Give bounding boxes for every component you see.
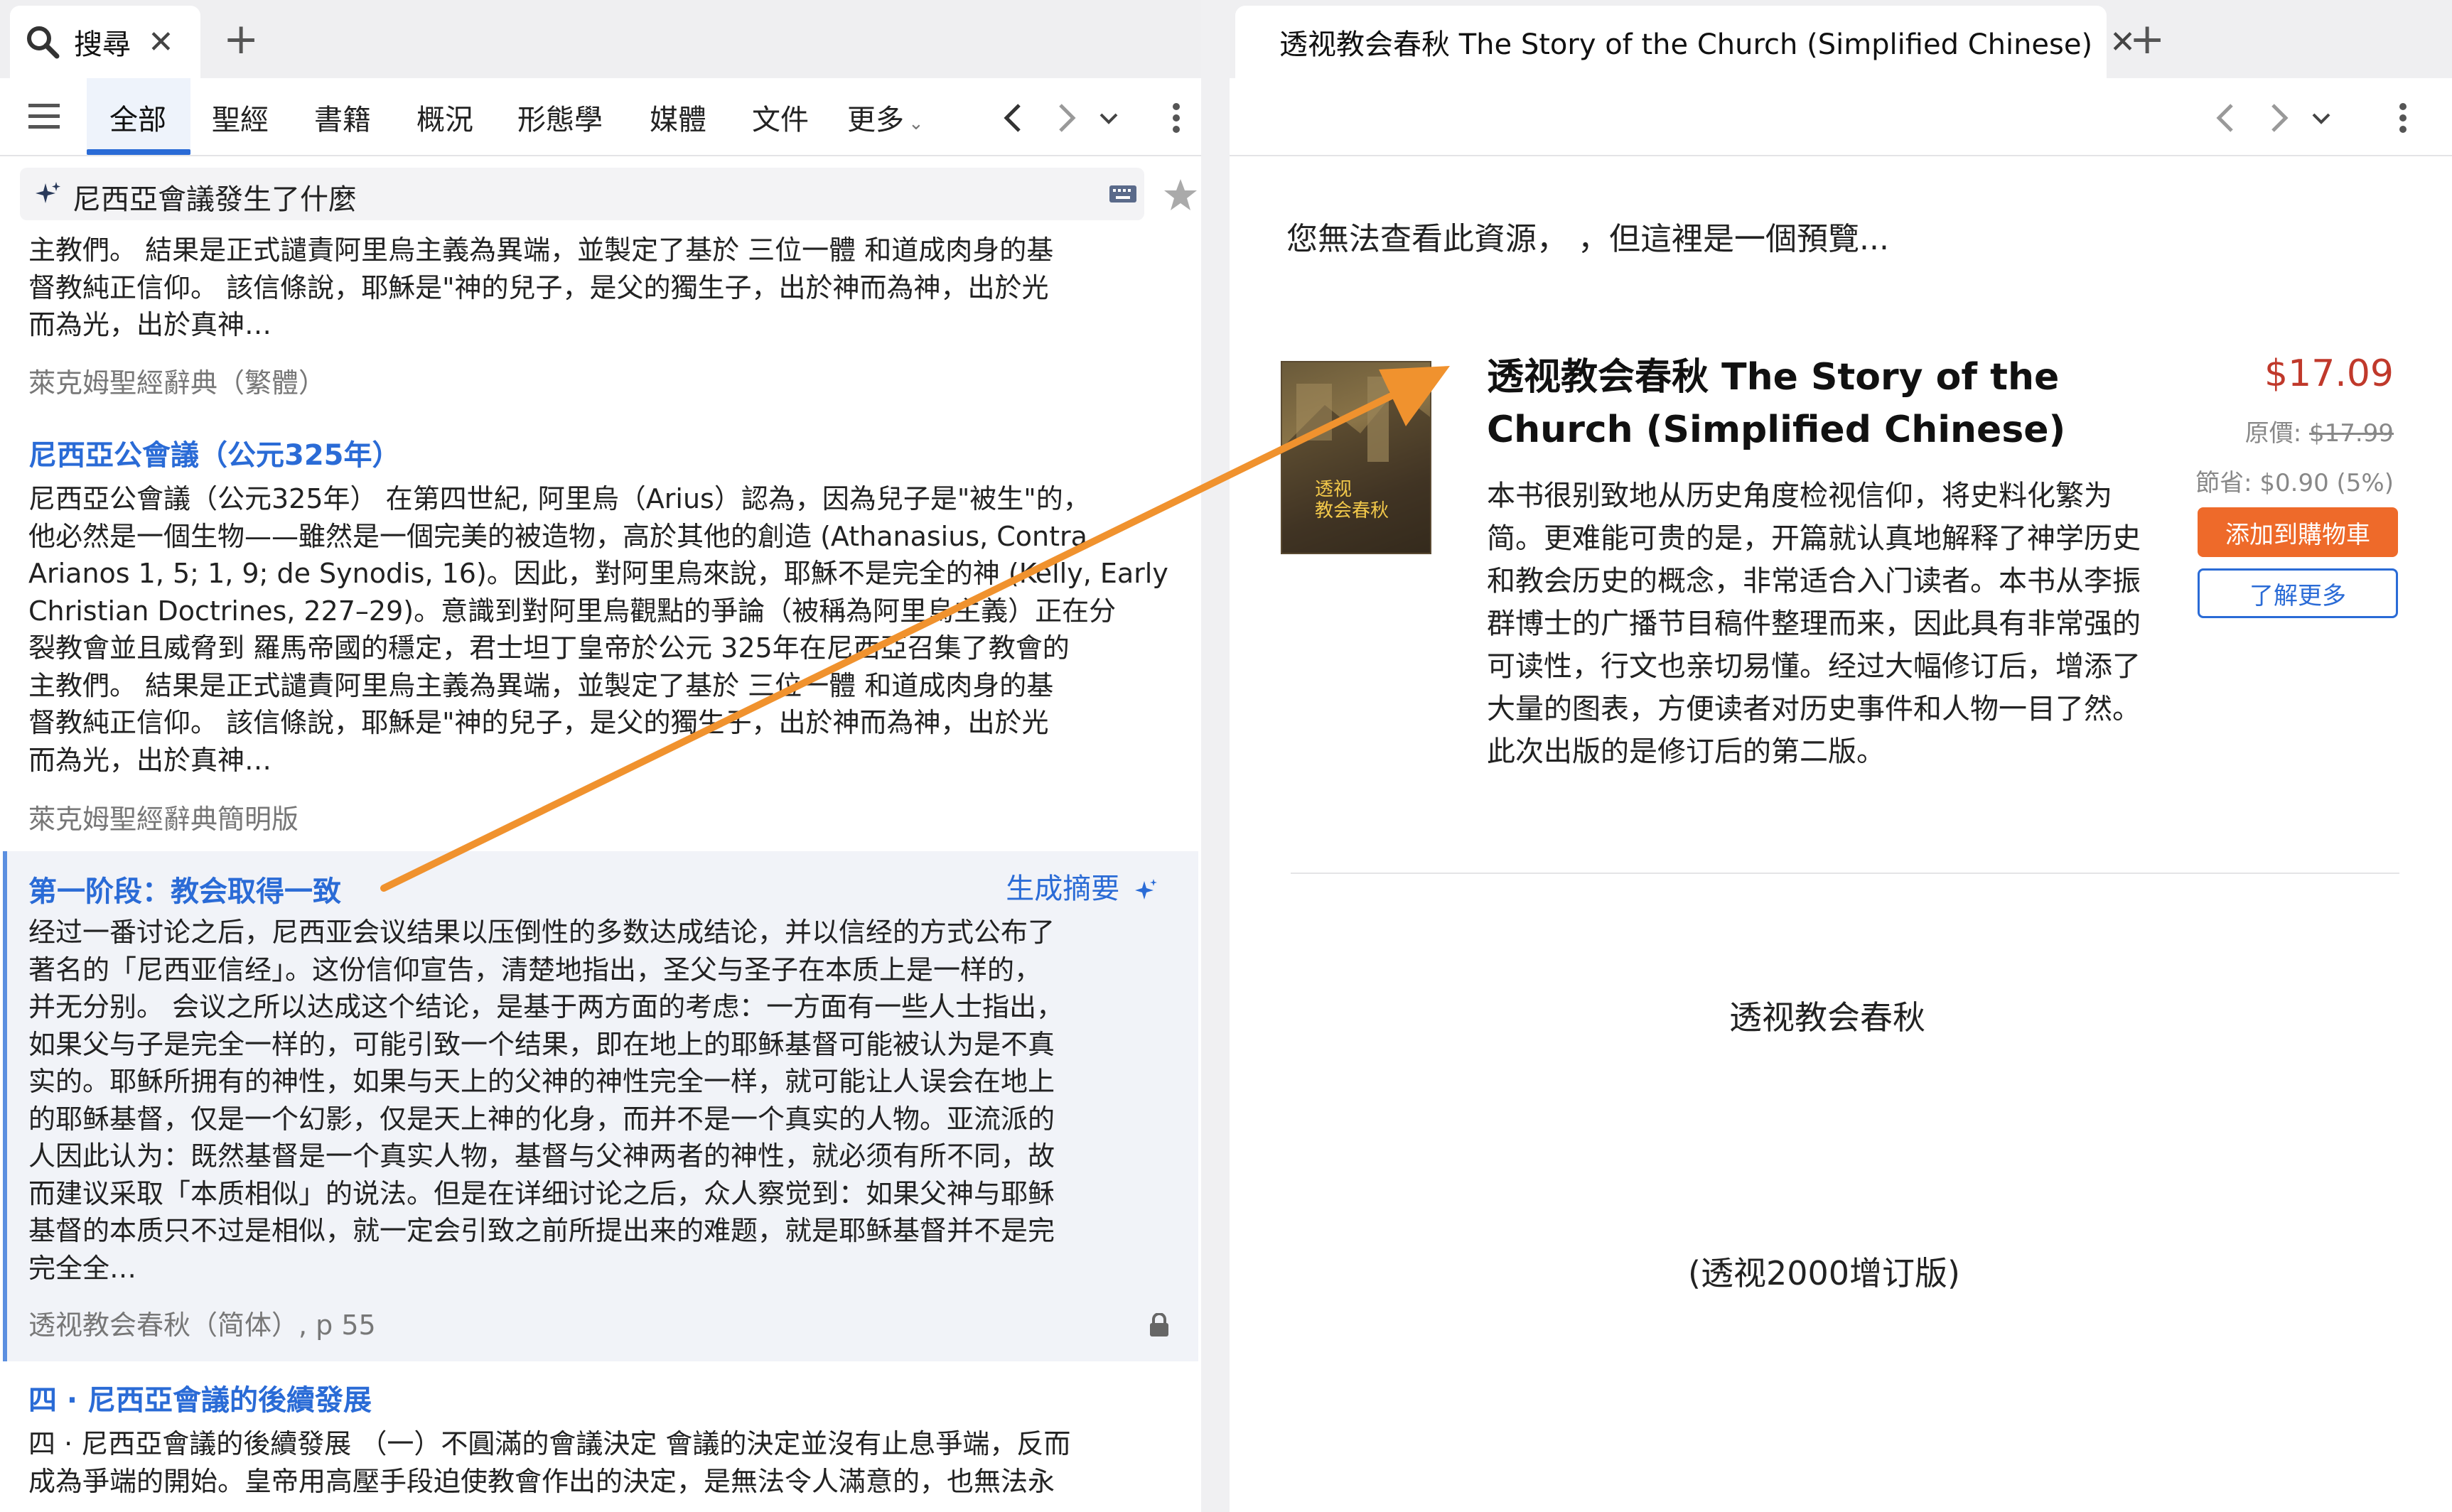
learn-more-button[interactable]: 了解更多 <box>2198 568 2398 618</box>
tab-search[interactable]: 搜尋 ✕ <box>10 6 200 78</box>
tab-more-label: 更多 <box>847 104 904 136</box>
snippet-line: 的耶稣基督，仅是一个幻影，仅是天上神的化身，而并不是一个真实的人物。亚流派的 <box>28 1103 1055 1135</box>
search-icon <box>27 26 60 59</box>
book-title[interactable]: 透视教会春秋 The Story of the Church (Simplifi… <box>1487 351 2141 456</box>
preview-notice: 您無法查看此資源， ，但這裡是一個預覽... <box>1286 221 1889 257</box>
chevron-down-icon[interactable] <box>1099 112 1119 125</box>
sparkle-icon <box>1135 879 1157 900</box>
tab-bible[interactable]: 聖經 <box>212 97 269 138</box>
kebab-icon[interactable] <box>2398 102 2408 134</box>
snippet-line: 四 · 尼西亞會議的後續發展 （一）不圓滿的會議決定 會議的決定並沒有止息爭端，… <box>28 1428 1071 1459</box>
sale-price: $17.09 <box>2264 352 2394 395</box>
cover-title-line: 教会春秋 <box>1315 500 1389 522</box>
tab-books[interactable]: 書籍 <box>314 97 371 138</box>
search-panel: 搜尋 ✕ + 全部 聖經 書籍 概況 形態學 媒體 文件 更多 ⌄ 尼西亞會議發生… <box>0 0 1201 1512</box>
snippet-line: 裂教會並且威脅到 羅馬帝國的穩定，君士坦丁皇帝於公元 325年在尼西亞召集了教會… <box>28 632 1070 664</box>
snippet-line: Christian Doctrines, 227–29)。意識到對阿里烏觀點的爭… <box>28 595 1117 627</box>
chevron-down-icon[interactable] <box>2311 112 2331 125</box>
keyboard-icon[interactable] <box>1109 183 1137 205</box>
right-tab-strip: 透视教会春秋 The Story of the Church (Simplifi… <box>1230 0 2452 78</box>
book-description: 本书很别致地从历史角度检视信仰，将史料化繁为简。更难能可贵的是，开篇就认真地解释… <box>1487 480 2141 768</box>
snippet-line: Arianos 1, 5; 1, 9; de Synodis, 16)。因此，對… <box>28 558 1168 589</box>
panel-divider[interactable] <box>1201 0 1230 1512</box>
snippet-line: 并无分别。 会议之所以达成这个结论，是基于两方面的考虑：一方面有一些人士指出， <box>28 991 1064 1022</box>
result-source[interactable]: 萊克姆聖經辭典（繁體） <box>28 361 326 400</box>
snippet-line: 人因此认为：既然基督是一个真实人物，基督与父神两者的神性，就必须有所不同，故 <box>28 1140 1055 1172</box>
plus-icon[interactable]: + <box>223 14 259 64</box>
snippet-line: 主教們。 結果是正式譴責阿里烏主義為異端，並製定了基於 三位一體 和道成肉身的基 <box>28 234 1054 266</box>
chevron-down-icon: ⌄ <box>908 113 924 134</box>
original-price-label: 原價: <box>2244 419 2310 448</box>
search-input[interactable]: 尼西亞會議發生了什麼 <box>20 168 1144 220</box>
star-icon[interactable] <box>1163 178 1198 212</box>
result-source[interactable]: 透视教会春秋（简体）, p 55 <box>28 1303 376 1342</box>
tab-overview[interactable]: 概況 <box>416 97 473 138</box>
snippet-line: 督教純正信仰。 該信條說，耶穌是"神的兒子，是父的獨生子，出於神而為神，出於光 <box>28 707 1049 738</box>
snippet-line: 尼西亞公會議（公元325年） 在第四世紀, 阿里烏（Arius）認為，因為兒子是… <box>28 483 1090 514</box>
left-tab-strip: 搜尋 ✕ + <box>0 0 1201 78</box>
kebab-icon[interactable] <box>1171 102 1181 134</box>
plus-icon[interactable]: + <box>2129 14 2165 64</box>
result-source[interactable]: 萊克姆聖經辭典簡明版 <box>28 797 299 836</box>
result-snippet[interactable]: 尼西亞公會議（公元325年） 在第四世紀, 阿里烏（Arius）認為，因為兒子是… <box>28 480 1173 779</box>
search-query: 尼西亞會議發生了什麼 <box>72 183 357 216</box>
snippet-line: 督教純正信仰。 該信條說，耶穌是"神的兒子，是父的獨生子，出於神而為神，出於光 <box>28 271 1049 303</box>
generate-summary-label: 生成摘要 <box>1006 873 1120 905</box>
snippet-line: 经过一番讨论之后，尼西亚会议结果以压倒性的多数达成结论，并以信经的方式公布了 <box>28 917 1055 948</box>
tab-title: 搜尋 <box>74 28 131 61</box>
snippet-line: 而為光，出於真神… <box>28 744 272 776</box>
snippet-line: 如果父与子是完全一样的，可能引致一个结果，即在地上的耶稣基督可能被认为是不真 <box>28 1028 1055 1060</box>
sparkle-icon <box>36 182 60 203</box>
tab-morphology[interactable]: 形態學 <box>517 97 603 138</box>
preview-title: 透视教会春秋 <box>1729 998 1925 1037</box>
tab-media[interactable]: 媒體 <box>650 97 706 138</box>
filter-tabs: 全部 聖經 書籍 概況 形態學 媒體 文件 更多 ⌄ <box>0 78 1201 156</box>
tab-resource[interactable]: 透视教会春秋 The Story of the Church (Simplifi… <box>1235 6 2136 78</box>
tab-title: 透视教会春秋 The Story of the Church (Simplifi… <box>1279 28 2093 61</box>
book-cover[interactable]: 透视 教会春秋 <box>1281 361 1431 554</box>
divider <box>1291 873 2399 874</box>
resource-panel: 透视教会春秋 The Story of the Church (Simplifi… <box>1230 0 2452 1512</box>
active-tab-indicator <box>87 149 190 155</box>
chevron-right-icon[interactable] <box>2269 102 2290 134</box>
chevron-left-icon[interactable] <box>2215 102 2236 134</box>
original-price-value: $17.99 <box>2309 419 2394 448</box>
chevron-right-icon[interactable] <box>1056 102 1077 134</box>
snippet-line: 基督的本质只不过是相似，就一定会引致之前所提出来的难题，就是耶稣基督并不是完 <box>28 1215 1055 1246</box>
snippet-line: 著名的「尼西亚信经」。这份信仰宣告，清楚地指出，圣父与圣子在本质上是一样的， <box>28 954 1042 986</box>
result-snippet[interactable]: 主教們。 結果是正式譴責阿里烏主義為異端，並製定了基於 三位一體 和道成肉身的基… <box>28 232 1173 344</box>
preview-subtitle: (透视2000增订版) <box>1688 1254 1960 1292</box>
result-heading[interactable]: 四 · 尼西亞會議的後續發展 <box>28 1377 372 1418</box>
add-to-cart-button[interactable]: 添加到購物車 <box>2198 507 2398 557</box>
resource-toolbar <box>1230 78 2452 156</box>
generate-summary-button[interactable]: 生成摘要 <box>1006 865 1158 907</box>
result-snippet[interactable]: 四 · 尼西亞會議的後續發展 （一）不圓滿的會議決定 會議的決定並沒有止息爭端，… <box>28 1425 1173 1500</box>
chevron-left-icon[interactable] <box>1002 102 1023 134</box>
original-price: 原價: $17.99 <box>2245 414 2394 448</box>
cover-title: 透视 教会春秋 <box>1315 479 1389 522</box>
hamburger-icon[interactable] <box>28 102 61 131</box>
result-snippet[interactable]: 经过一番讨论之后，尼西亚会议结果以压倒性的多数达成结论，并以信经的方式公布了 著… <box>28 914 1173 1287</box>
snippet-line: 实的。耶稣所拥有的神性，如果与天上的父神的神性完全一样，就可能让人误会在地上 <box>28 1066 1055 1097</box>
savings: 節省: $0.90 (5%) <box>2195 469 2394 497</box>
snippet-line: 而為光，出於真神… <box>28 309 272 340</box>
result-heading[interactable]: 第一阶段：教会取得一致 <box>28 868 341 909</box>
snippet-line: 成為爭端的開始。皇帝用高壓手段迫使教會作出的決定，是無法令人滿意的，也無法永 <box>28 1465 1055 1497</box>
result-heading[interactable]: 尼西亞公會議（公元325年） <box>28 432 401 473</box>
tab-all[interactable]: 全部 <box>109 97 166 138</box>
results-list: 主教們。 結果是正式譴責阿里烏主義為異端，並製定了基於 三位一體 和道成肉身的基… <box>0 232 1201 1512</box>
snippet-line: 主教們。 結果是正式譴責阿里烏主義為異端，並製定了基於 三位一體 和道成肉身的基 <box>28 669 1054 701</box>
cover-art <box>1282 377 1430 553</box>
cover-title-line: 透视 <box>1315 479 1353 500</box>
lock-icon <box>1150 1313 1168 1336</box>
snippet-line: 完全全… <box>28 1252 137 1284</box>
snippet-line: 而建议采取「本质相似」的说法。但是在详细讨论之后，众人察觉到：如果父神与耶稣 <box>28 1177 1055 1209</box>
tab-documents[interactable]: 文件 <box>752 97 809 138</box>
close-icon[interactable]: ✕ <box>148 24 174 60</box>
tab-more[interactable]: 更多 ⌄ <box>847 97 924 138</box>
snippet-line: 他必然是一個生物——雖然是一個完美的被造物，高於其他的創造 (Athanasiu… <box>28 520 1087 552</box>
